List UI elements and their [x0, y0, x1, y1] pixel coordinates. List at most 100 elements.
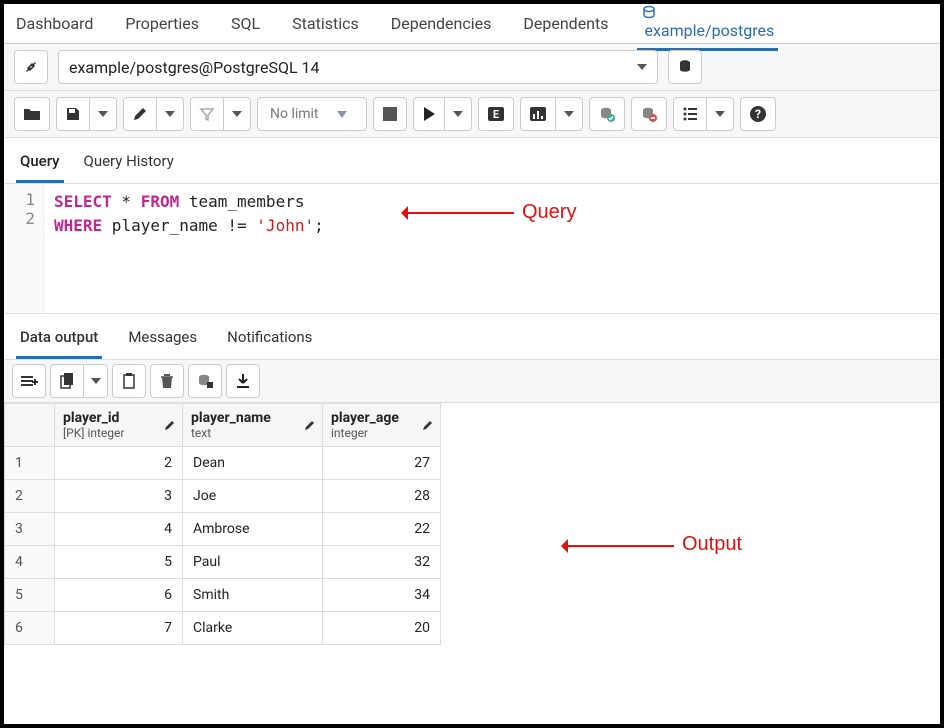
svg-text:E: E [493, 108, 499, 121]
cell-player-id[interactable]: 6 [55, 579, 183, 612]
stop-button[interactable] [373, 97, 407, 131]
row-limit-select[interactable]: No limit [257, 97, 367, 131]
pencil-icon[interactable] [164, 419, 176, 431]
tab-sql[interactable]: SQL [227, 6, 264, 41]
explain-icon: E [487, 106, 505, 122]
download-button[interactable] [226, 364, 260, 398]
copy-button[interactable] [50, 364, 108, 398]
filter-button[interactable] [190, 97, 251, 131]
help-icon: ? [749, 105, 767, 123]
tab-dashboard[interactable]: Dashboard [12, 6, 97, 41]
tab-dependencies[interactable]: Dependencies [387, 6, 496, 41]
delete-row-button[interactable] [150, 364, 184, 398]
arrow-left-icon [394, 206, 514, 218]
clipboard-icon [122, 373, 136, 389]
messages-tab[interactable]: Messages [124, 322, 201, 359]
macros-button[interactable] [673, 97, 734, 131]
cell-player-age[interactable]: 27 [323, 447, 441, 480]
row-number-cell[interactable]: 1 [5, 447, 55, 480]
annotation-output-label: Output [682, 533, 742, 556]
row-number-cell[interactable]: 3 [5, 513, 55, 546]
line-number: 2 [4, 209, 35, 228]
cell-player-name[interactable]: Dean [183, 447, 323, 480]
chevron-down-icon [453, 111, 463, 117]
open-file-button[interactable] [14, 97, 50, 131]
edit-button[interactable] [123, 97, 184, 131]
cell-player-age[interactable]: 20 [323, 612, 441, 645]
table-row[interactable]: 34Ambrose22 [5, 513, 441, 546]
results-grid[interactable]: player_id [PK] integer player_name text … [4, 403, 441, 645]
table-row[interactable]: 56Smith34 [5, 579, 441, 612]
line-number: 1 [4, 190, 35, 209]
chevron-down-icon [715, 111, 725, 117]
top-tabs: Dashboard Properties SQL Statistics Depe… [4, 4, 940, 44]
help-button[interactable]: ? [740, 97, 776, 131]
filter-icon [199, 106, 215, 122]
tab-query-editor[interactable]: example/postgres [637, 0, 779, 51]
cell-player-id[interactable]: 7 [55, 612, 183, 645]
cell-player-name[interactable]: Joe [183, 480, 323, 513]
table-row[interactable]: 45Paul32 [5, 546, 441, 579]
sql-editor[interactable]: 1 2 SELECT * FROM team_members WHERE pla… [4, 184, 940, 314]
explain-button[interactable]: E [478, 97, 514, 131]
commit-button[interactable] [589, 97, 625, 131]
table-row[interactable]: 23Joe28 [5, 480, 441, 513]
data-toolbar [4, 360, 940, 403]
annotation-query: Query [394, 200, 576, 224]
sql-keyword: SELECT [54, 192, 112, 211]
cell-player-name[interactable]: Smith [183, 579, 323, 612]
cell-player-id[interactable]: 5 [55, 546, 183, 579]
connection-select[interactable]: example/postgres@PostgreSQL 14 [58, 50, 658, 84]
database-icon [676, 58, 694, 76]
column-header-player-id[interactable]: player_id [PK] integer [55, 404, 183, 447]
row-number-cell[interactable]: 2 [5, 480, 55, 513]
row-number-header[interactable] [5, 404, 55, 447]
cell-player-age[interactable]: 34 [323, 579, 441, 612]
cell-player-id[interactable]: 3 [55, 480, 183, 513]
cell-player-id[interactable]: 4 [55, 513, 183, 546]
tab-statistics[interactable]: Statistics [288, 6, 363, 41]
save-icon [65, 106, 81, 122]
save-data-button[interactable] [188, 364, 222, 398]
data-output-tab[interactable]: Data output [16, 322, 102, 359]
column-header-player-age[interactable]: player_age integer [323, 404, 441, 447]
cell-player-age[interactable]: 32 [323, 546, 441, 579]
pencil-icon[interactable] [304, 419, 316, 431]
notifications-tab[interactable]: Notifications [223, 322, 316, 359]
cell-player-name[interactable]: Paul [183, 546, 323, 579]
commit-icon [598, 105, 616, 123]
cell-player-age[interactable]: 28 [323, 480, 441, 513]
arrow-left-icon [554, 539, 674, 551]
save-data-icon [196, 372, 214, 390]
column-header-player-name[interactable]: player_name text [183, 404, 323, 447]
cell-player-name[interactable]: Clarke [183, 612, 323, 645]
row-number-cell[interactable]: 4 [5, 546, 55, 579]
cell-player-id[interactable]: 2 [55, 447, 183, 480]
editor-gutter: 1 2 [4, 184, 44, 313]
add-row-button[interactable] [12, 364, 46, 398]
server-button[interactable] [668, 50, 702, 84]
tab-dependents[interactable]: Dependents [519, 6, 612, 41]
query-tab[interactable]: Query [16, 146, 64, 183]
query-history-tab[interactable]: Query History [80, 146, 178, 183]
row-number-cell[interactable]: 6 [5, 612, 55, 645]
cell-player-age[interactable]: 22 [323, 513, 441, 546]
pencil-icon[interactable] [422, 419, 434, 431]
paste-button[interactable] [112, 364, 146, 398]
explain-analyze-button[interactable] [520, 97, 583, 131]
execute-button[interactable] [413, 97, 472, 131]
rollback-button[interactable] [631, 97, 667, 131]
tab-properties[interactable]: Properties [121, 6, 203, 41]
table-row[interactable]: 12Dean27 [5, 447, 441, 480]
table-row[interactable]: 67Clarke20 [5, 612, 441, 645]
editor-code[interactable]: SELECT * FROM team_members WHERE player_… [44, 184, 940, 313]
chevron-down-icon [637, 64, 647, 70]
add-row-icon [20, 374, 38, 388]
cell-player-name[interactable]: Ambrose [183, 513, 323, 546]
connection-status-button[interactable] [14, 50, 48, 84]
play-icon [422, 106, 436, 122]
row-limit-label: No limit [270, 106, 319, 122]
svg-text:?: ? [755, 107, 761, 121]
save-file-button[interactable] [56, 97, 117, 131]
row-number-cell[interactable]: 5 [5, 579, 55, 612]
